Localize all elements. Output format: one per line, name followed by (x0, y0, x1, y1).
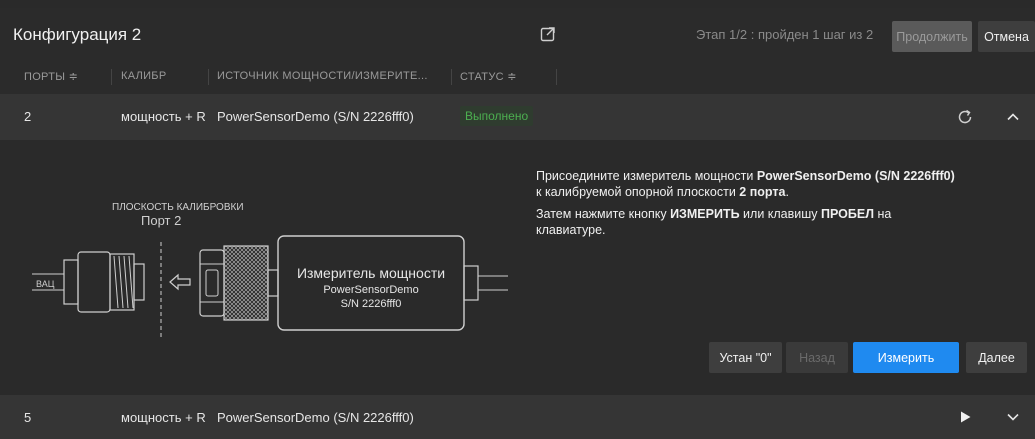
table-row[interactable]: 2 мощность + R PowerSensorDemo (S/N 2226… (0, 94, 1035, 140)
status-badge: Выполнено (460, 106, 534, 126)
instruction-paragraph: Затем нажмите кнопку ИЗМЕРИТЬ или клавиш… (536, 206, 1016, 238)
column-status[interactable]: СТАТУС ≑ (460, 70, 517, 83)
instruction-text-part: Затем нажмите кнопку (536, 207, 671, 221)
instruction-text-part: или клавишу (739, 207, 822, 221)
column-calib[interactable]: КАЛИБР (121, 70, 166, 82)
instruction-text: Присоедините измеритель мощности PowerSe… (536, 168, 1016, 244)
calibration-type: мощность + R (121, 109, 206, 124)
play-icon[interactable] (954, 406, 976, 428)
column-divider[interactable] (111, 69, 112, 85)
instruction-text-part: . (785, 185, 789, 199)
table-header: ПОРТЫ ≑ КАЛИБР ИСТОЧНИК МОЩНОСТИ/ИЗМЕРИТ… (0, 60, 1035, 94)
column-divider[interactable] (451, 69, 452, 85)
port-number: 5 (24, 410, 32, 425)
open-external-icon[interactable] (540, 26, 556, 42)
set-zero-button[interactable]: Устан "0" (709, 342, 782, 373)
power-source: PowerSensorDemo (S/N 2226fff0) (217, 410, 414, 425)
instruction-text-part: на (874, 207, 892, 221)
sensor-name: PowerSensorDemo (S/N 2226fff0) (756, 169, 955, 183)
next-button[interactable]: Далее (966, 342, 1027, 373)
continue-button[interactable]: Продолжить (892, 21, 972, 52)
port-reference: 2 порта (739, 185, 786, 199)
header-bar: Конфигурация 2 Этап 1/2 : пройден 1 шаг … (0, 8, 1035, 60)
chevron-up-icon[interactable] (1002, 106, 1024, 128)
space-keyword: ПРОБЕЛ (821, 207, 874, 221)
instruction-text-part: к калибруемой опорной плоскости (536, 185, 740, 199)
measure-button[interactable]: Измерить (853, 342, 959, 373)
instruction-text-part: клавиатуре. (536, 223, 606, 237)
port-number: 2 (24, 109, 32, 124)
page-title: Конфигурация 2 (13, 25, 142, 44)
column-divider[interactable] (556, 69, 557, 85)
connection-diagram: ВАЦ ПЛОСКОСТЬ КАЛИБРОВКИ Порт 2 Измерите… (32, 202, 508, 340)
meter-title: Измеритель мощности (297, 265, 445, 281)
calibration-type: мощность + R (121, 410, 206, 425)
instruction-paragraph: Присоедините измеритель мощности PowerSe… (536, 168, 1016, 200)
meter-model: PowerSensorDemo (323, 284, 418, 296)
column-source[interactable]: ИСТОЧНИК МОЩНОСТИ/ИЗМЕРИТЕ... (217, 70, 428, 82)
stage-progress-text: Этап 1/2 : пройден 1 шаг из 2 (696, 27, 874, 42)
column-divider[interactable] (208, 69, 209, 85)
back-button[interactable]: Назад (786, 342, 848, 373)
port-label: Порт 2 (141, 213, 181, 228)
vna-label: ВАЦ (36, 279, 55, 289)
table-row[interactable]: 5 мощность + R PowerSensorDemo (S/N 2226… (0, 395, 1035, 439)
power-source: PowerSensorDemo (S/N 2226fff0) (217, 109, 414, 124)
column-ports[interactable]: ПОРТЫ ≑ (24, 70, 78, 83)
cancel-button[interactable]: Отмена (978, 21, 1035, 52)
calibration-plane-label: ПЛОСКОСТЬ КАЛИБРОВКИ (112, 202, 244, 213)
refresh-icon[interactable] (954, 106, 976, 128)
meter-serial: S/N 2226fff0 (341, 298, 402, 310)
instruction-text-part: Присоедините измеритель мощности (536, 169, 757, 183)
step-panel: ВАЦ ПЛОСКОСТЬ КАЛИБРОВКИ Порт 2 Измерите… (0, 142, 1035, 395)
chevron-down-icon[interactable] (1002, 406, 1024, 428)
measure-keyword: ИЗМЕРИТЬ (670, 207, 740, 221)
